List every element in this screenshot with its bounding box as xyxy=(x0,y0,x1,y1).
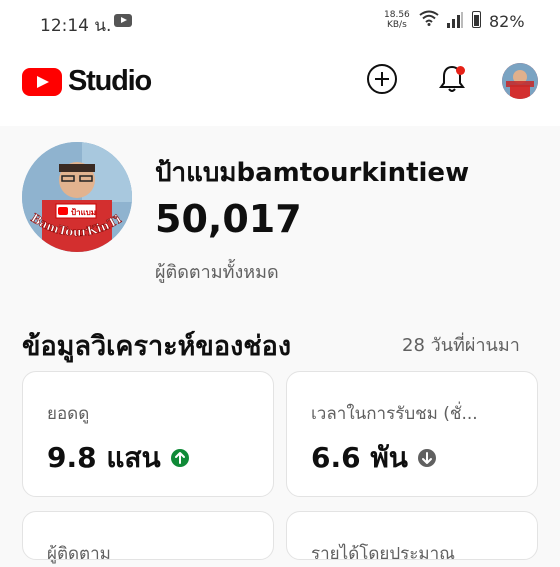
avatar-logo-text: ป้าแบม xyxy=(71,207,96,217)
battery-icon xyxy=(472,11,481,28)
status-bar: 12:14 น. 18.56 KB/s 82% xyxy=(0,0,560,46)
card-label: รายได้โดยประมาณ xyxy=(311,544,455,564)
logo-text: Studio xyxy=(68,65,152,97)
network-speed: 18.56 KB/s xyxy=(384,10,410,30)
channel-avatar-image: ป้าแบม BamTourKinTiew xyxy=(22,142,132,252)
network-speed-unit: KB/s xyxy=(386,20,407,30)
avatar-image xyxy=(502,63,538,99)
watch-time-card[interactable]: เวลาในการรับชม (ชั่... 6.6 พัน xyxy=(286,371,538,497)
card-value-row: 6.6 พัน xyxy=(311,436,436,480)
account-avatar[interactable] xyxy=(502,63,538,99)
trend-up-icon xyxy=(170,449,189,467)
app-bar: Studio xyxy=(0,46,560,126)
views-card[interactable]: ยอดดู 9.8 แสน xyxy=(22,371,274,497)
subscriber-count: 50,017 xyxy=(155,197,302,241)
trend-down-icon xyxy=(417,449,436,467)
subscribers-card[interactable]: ผู้ติดตาม xyxy=(22,511,274,564)
analytics-title: ข้อมูลวิเคราะห์ของช่อง xyxy=(22,331,292,362)
notification-badge xyxy=(456,66,465,75)
status-time: 12:14 น. xyxy=(40,16,112,36)
card-value: 6.6 พัน xyxy=(311,441,408,474)
card-label: เวลาในการรับชม (ชั่... xyxy=(311,404,478,424)
card-label: ผู้ติดตาม xyxy=(47,544,111,564)
battery-percent: 82% xyxy=(489,12,525,31)
estimated-revenue-card[interactable]: รายได้โดยประมาณ xyxy=(286,511,538,564)
signal-icon xyxy=(447,12,463,28)
channel-avatar[interactable]: ป้าแบม BamTourKinTiew xyxy=(22,142,132,252)
card-value-row: 9.8 แสน xyxy=(47,436,189,480)
youtube-notification-icon xyxy=(114,14,132,27)
analytics-period[interactable]: 28 วันที่ผ่านมา xyxy=(402,330,520,359)
wifi-icon xyxy=(419,10,439,26)
studio-logo[interactable]: Studio xyxy=(22,65,152,98)
card-label: ยอดดู xyxy=(47,404,90,424)
subscriber-label: ผู้ติดตามทั้งหมด xyxy=(155,262,279,283)
channel-name: ป้าแบมbamtourkintiew xyxy=(155,158,470,188)
card-value: 9.8 แสน xyxy=(47,441,161,474)
create-icon[interactable] xyxy=(367,64,397,94)
network-speed-value: 18.56 xyxy=(384,10,410,20)
youtube-play-icon xyxy=(22,67,62,96)
